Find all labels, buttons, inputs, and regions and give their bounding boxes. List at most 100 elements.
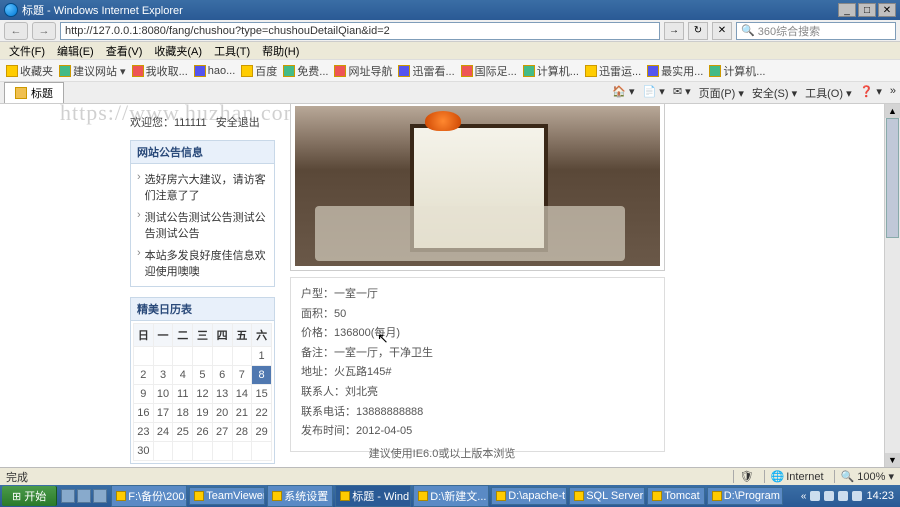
tool-home[interactable]: 🏠 ▾ [612, 85, 634, 101]
notice-item[interactable]: 选好房六大建议，请访客们注意了了 [137, 168, 268, 206]
cal-day[interactable]: 19 [193, 404, 213, 423]
task-button[interactable]: D:\Program ... [707, 487, 783, 505]
cal-day[interactable]: 28 [232, 423, 252, 442]
cal-day[interactable]: 7 [232, 366, 252, 385]
cal-dow: 三 [193, 324, 213, 347]
refresh-button[interactable]: ↻ [688, 22, 708, 40]
cal-day[interactable]: 13 [212, 385, 232, 404]
cal-day[interactable]: 3 [153, 366, 173, 385]
fav-link[interactable]: 迅雷运... [585, 63, 641, 79]
vertical-scrollbar[interactable]: ▲ ▼ [884, 104, 900, 467]
menu-tool[interactable]: 工具(T) [209, 43, 255, 59]
ql-icon[interactable] [61, 489, 75, 503]
system-tray[interactable]: « 14:23 [797, 490, 898, 502]
cal-day[interactable]: 10 [153, 385, 173, 404]
fav-link[interactable]: 计算机... [523, 63, 579, 79]
cal-day[interactable]: 21 [232, 404, 252, 423]
cal-day[interactable]: 26 [193, 423, 213, 442]
tool-safety[interactable]: 安全(S) ▾ [752, 85, 797, 101]
task-button[interactable]: D:\新建文... [413, 485, 489, 507]
fav-link[interactable]: 迅雷看... [398, 63, 454, 79]
fav-link[interactable]: 网址导航 [334, 63, 392, 79]
menu-help[interactable]: 帮助(H) [257, 43, 304, 59]
windows-icon: ⊞ [12, 490, 21, 503]
back-button[interactable]: ← [4, 22, 28, 40]
ie-icon [340, 491, 350, 501]
task-button[interactable]: Tomcat [647, 487, 704, 505]
tray-icon[interactable] [824, 491, 834, 501]
cal-day[interactable]: 9 [134, 385, 154, 404]
tool-help[interactable]: ❓ ▾ [860, 85, 882, 101]
task-button[interactable]: D:\apache-t... [491, 487, 567, 505]
menu-bar: 文件(F) 编辑(E) 查看(V) 收藏夹(A) 工具(T) 帮助(H) [0, 42, 900, 60]
task-button[interactable]: TeamViewer [189, 487, 265, 505]
browser-tab[interactable]: 标题 [4, 82, 64, 103]
tool-mail[interactable]: ✉ ▾ [673, 85, 691, 101]
cal-day[interactable]: 27 [212, 423, 232, 442]
cal-day[interactable]: 17 [153, 404, 173, 423]
folder-icon [496, 491, 506, 501]
menu-file[interactable]: 文件(F) [4, 43, 50, 59]
cal-day[interactable]: 5 [193, 366, 213, 385]
forward-button[interactable]: → [32, 22, 56, 40]
cal-day[interactable]: 6 [212, 366, 232, 385]
tool-feed[interactable]: 📄 ▾ [643, 85, 665, 101]
fav-link[interactable]: 最实用... [647, 63, 703, 79]
tray-icon[interactable] [810, 491, 820, 501]
notice-item[interactable]: 测试公告测试公告测试公告测试公告 [137, 206, 268, 244]
task-button[interactable]: F:\备份\200... [111, 485, 187, 507]
menu-edit[interactable]: 编辑(E) [52, 43, 99, 59]
minimize-button[interactable]: _ [838, 3, 856, 17]
taskbar: ⊞ 开始 F:\备份\200... TeamViewer 系统设置 标题 - W… [0, 485, 900, 507]
maximize-button[interactable]: □ [858, 3, 876, 17]
tool-page[interactable]: 页面(P) ▾ [699, 85, 744, 101]
notice-item[interactable]: 本站多发良好度佳信息欢迎使用噢噢 [137, 244, 268, 282]
cal-day[interactable]: 8 [252, 366, 272, 385]
fav-link[interactable]: hao... [194, 65, 236, 77]
cal-day[interactable]: 20 [212, 404, 232, 423]
task-button[interactable]: 系统设置 [267, 485, 333, 507]
scroll-down-icon[interactable]: ▼ [885, 453, 900, 467]
logout-link[interactable]: 安全退出 [216, 117, 260, 129]
favorites-button[interactable]: 收藏夹 [6, 63, 53, 79]
cal-day[interactable]: 2 [134, 366, 154, 385]
start-button[interactable]: ⊞ 开始 [2, 486, 57, 506]
go-button[interactable]: → [664, 22, 684, 40]
cal-day[interactable]: 4 [173, 366, 193, 385]
cal-day[interactable]: 22 [252, 404, 272, 423]
tray-icon[interactable] [838, 491, 848, 501]
cal-day[interactable]: 25 [173, 423, 193, 442]
cal-day[interactable]: 24 [153, 423, 173, 442]
fav-link[interactable]: 建议网站 ▾ [59, 63, 126, 79]
scroll-thumb[interactable] [886, 118, 899, 238]
menu-view[interactable]: 查看(V) [101, 43, 148, 59]
fav-link[interactable]: 我收取... [132, 63, 188, 79]
search-input[interactable]: 🔍 360综合搜索 [736, 22, 896, 40]
cal-day[interactable]: 15 [252, 385, 272, 404]
tool-more[interactable]: » [890, 85, 896, 101]
menu-fav[interactable]: 收藏夹(A) [149, 43, 207, 59]
task-button[interactable]: 标题 - Wind... [335, 485, 411, 507]
cal-day[interactable]: 1 [252, 347, 272, 366]
status-zoom[interactable]: 🔍 100% ▾ [834, 470, 894, 483]
fav-link[interactable]: 百度 [241, 63, 277, 79]
fav-link[interactable]: 计算机... [709, 63, 765, 79]
cal-day[interactable]: 12 [193, 385, 213, 404]
tray-icon[interactable] [852, 491, 862, 501]
stop-button[interactable]: ✕ [712, 22, 732, 40]
fav-link[interactable]: 免费... [283, 63, 328, 79]
url-input[interactable]: http://127.0.0.1:8080/fang/chushou?type=… [60, 22, 660, 40]
scroll-up-icon[interactable]: ▲ [885, 104, 900, 118]
ql-icon[interactable] [93, 489, 107, 503]
cal-day[interactable]: 23 [134, 423, 154, 442]
cal-day[interactable]: 11 [173, 385, 193, 404]
cal-day[interactable]: 16 [134, 404, 154, 423]
cal-day[interactable]: 29 [252, 423, 272, 442]
task-button[interactable]: SQL Server ... [569, 487, 645, 505]
cal-day[interactable]: 14 [232, 385, 252, 404]
close-button[interactable]: ✕ [878, 3, 896, 17]
ql-icon[interactable] [77, 489, 91, 503]
tool-tools[interactable]: 工具(O) ▾ [805, 85, 851, 101]
cal-day[interactable]: 18 [173, 404, 193, 423]
fav-link[interactable]: 国际足... [461, 63, 517, 79]
